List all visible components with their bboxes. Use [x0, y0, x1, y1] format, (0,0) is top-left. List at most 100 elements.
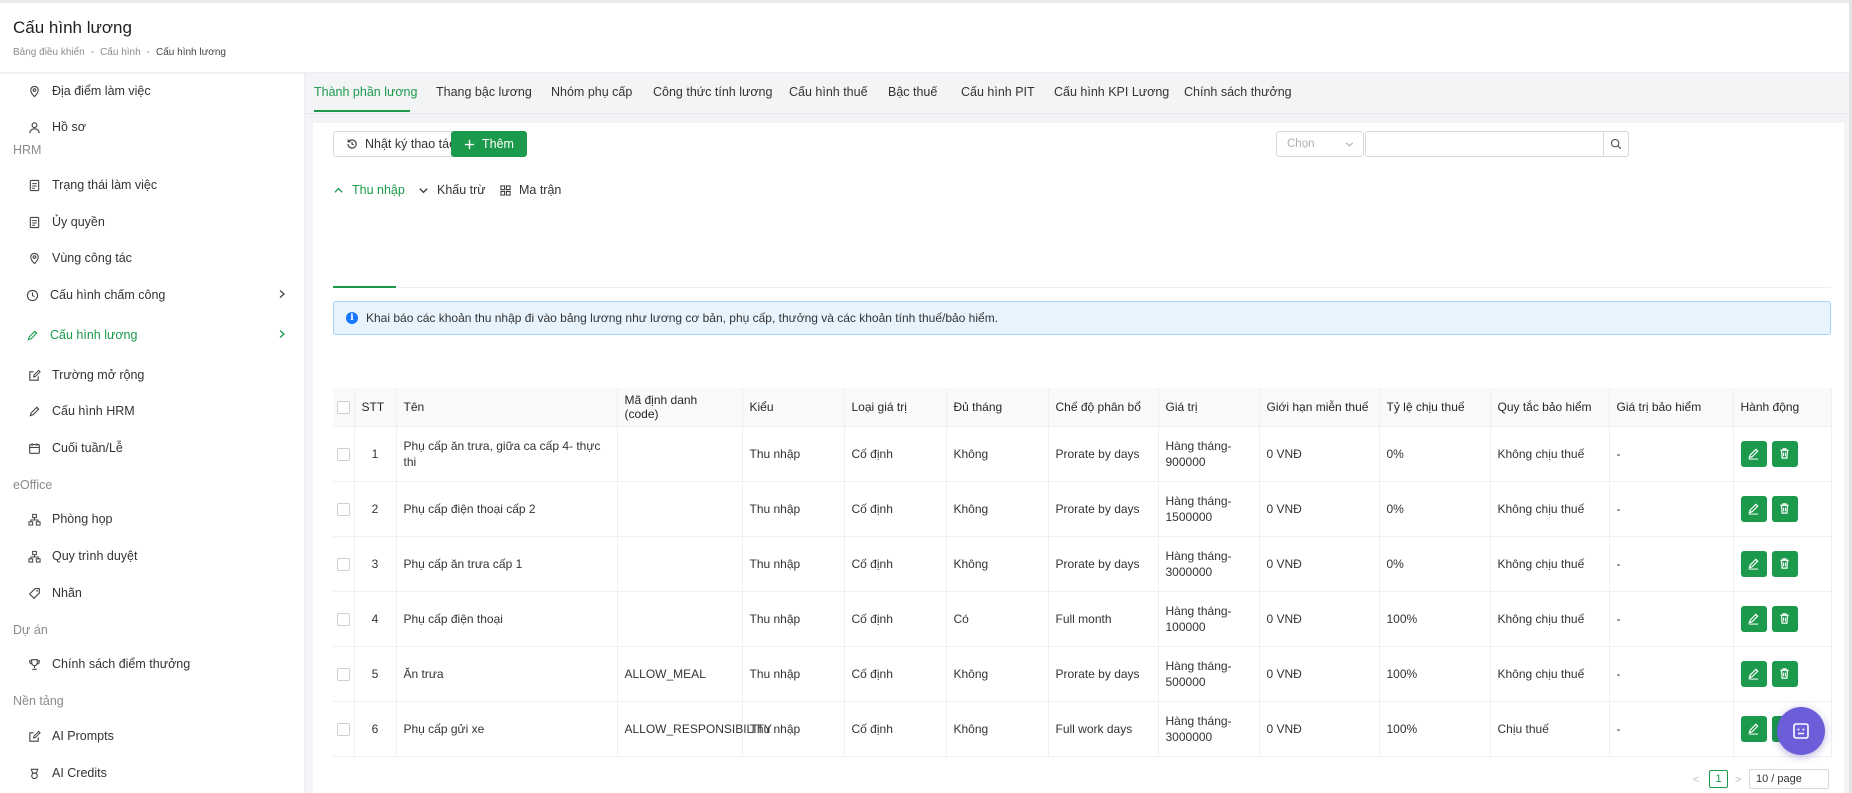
sidebar-item-label: Trạng thái làm việc [52, 178, 158, 192]
tab-bonus-policy[interactable]: Chính sách thưởng [1184, 85, 1292, 99]
search-input[interactable] [1365, 131, 1604, 157]
prev-page-button[interactable]: < [1693, 774, 1699, 786]
coin-icon [27, 766, 41, 780]
sidebar-item-profile[interactable]: Hồ sơ [0, 112, 304, 142]
table-cell: Không chịu thuế [1490, 591, 1610, 647]
delete-button[interactable] [1771, 440, 1798, 467]
page-size-select[interactable]: 10 / page [1749, 769, 1829, 789]
table-row[interactable]: 1 Phụ cấp ăn trưa, giữa ca cấp 4- thực th… [333, 426, 1832, 482]
table-cell: Thu nhập [742, 591, 845, 647]
edit-button[interactable] [1740, 550, 1767, 577]
toolbar: Nhật ký thao tác Thêm Chọn [313, 123, 1844, 167]
sidebar-item-ai-prompts[interactable]: AI Prompts [0, 721, 304, 751]
filter-select[interactable]: Chọn [1276, 131, 1364, 157]
chevron-up-icon [334, 187, 343, 193]
table-cell: 0 VNĐ [1259, 426, 1380, 482]
table-cell: 0 VNĐ [1259, 481, 1380, 537]
delete-button[interactable] [1771, 550, 1798, 577]
edit-button[interactable] [1740, 605, 1767, 632]
tab-salary-formula[interactable]: Công thức tính lương [653, 85, 772, 99]
sidebar-item-attendance-config[interactable]: Cấu hình chấm công [0, 280, 304, 310]
activity-log-button[interactable]: Nhật ký thao tác [333, 131, 469, 157]
edit-box-icon [27, 368, 41, 382]
edit-button[interactable] [1740, 660, 1767, 687]
tab-salary-components[interactable]: Thành phần lương [314, 85, 417, 99]
table-cell: 2 [354, 481, 397, 537]
sidebar-group-eoffice: eOffice [13, 478, 53, 492]
sidebar-item-approval-workflow[interactable]: Quy trình duyệt [0, 541, 304, 571]
table-cell: Phụ cấp điện thoại [396, 591, 618, 647]
table-cell: Không [946, 646, 1049, 702]
subtab-income[interactable]: Thu nhập [333, 183, 405, 197]
edit-icon [1748, 503, 1759, 515]
sidebar-item-work-region[interactable]: Vùng công tác [0, 243, 304, 273]
page-1-button[interactable]: 1 [1709, 770, 1728, 788]
edit-icon [1748, 558, 1759, 570]
subtab-deduction[interactable]: Khấu trừ [418, 183, 486, 197]
table-cell: - [1609, 646, 1734, 702]
table-cell: - [1609, 426, 1734, 482]
row-checkbox[interactable] [336, 447, 350, 461]
row-checkbox[interactable] [336, 667, 350, 681]
sidebar-item-label: Phòng họp [52, 512, 113, 526]
sidebar-item-extended-fields[interactable]: Trường mở rộng [0, 360, 304, 390]
edit-button[interactable] [1740, 495, 1767, 522]
row-select-cell [333, 701, 355, 757]
tab-salary-scale[interactable]: Thang bậc lương [436, 85, 532, 99]
info-alert-text: Khai báo các khoản thu nhập đi vào bảng … [366, 311, 999, 325]
table-row[interactable]: 2 Phụ cấp điện thoại cấp 2 Thu nhập Cố định… [333, 481, 1832, 537]
table-row[interactable]: 5 Ăn trưa ALLOW_MEAL Thu nhập Cố định Không Pr… [333, 646, 1832, 702]
delete-button[interactable] [1771, 495, 1798, 522]
sidebar-item-hrm-config[interactable]: Cấu hình HRM [0, 396, 304, 426]
breadcrumb-dashboard[interactable]: Bảng điều khiển [13, 47, 85, 58]
delete-button[interactable] [1771, 660, 1798, 687]
search-button[interactable] [1603, 131, 1629, 157]
subtab-matrix[interactable]: Ma trận [500, 183, 561, 197]
add-button[interactable]: Thêm [451, 131, 527, 157]
select-all-checkbox[interactable] [336, 400, 350, 414]
table-cell: Hàng tháng-1500000 [1158, 481, 1260, 537]
edit-button[interactable] [1740, 440, 1767, 467]
sidebar-item-labels[interactable]: Nhãn [0, 578, 304, 608]
sidebar-item-delegation[interactable]: Ủy quyền [0, 207, 304, 237]
edit-icon [1748, 613, 1759, 625]
row-checkbox[interactable] [336, 722, 350, 736]
column-header: Kiểu [742, 388, 845, 427]
table-row[interactable]: 3 Phụ cấp ăn trưa cấp 1 Thu nhập Cố định Khô… [333, 536, 1832, 592]
sidebar-item-work-status[interactable]: Trạng thái làm việc [0, 170, 304, 200]
sidebar-item-reward-policy[interactable]: Chính sách điểm thưởng [0, 649, 304, 679]
table-cell: Phụ cấp ăn trưa cấp 1 [396, 536, 618, 592]
tab-tax-brackets[interactable]: Bậc thuế [888, 85, 937, 99]
breadcrumb-config[interactable]: Cấu hình [100, 47, 141, 58]
table-cell: 100% [1379, 646, 1491, 702]
tab-kpi-salary-config[interactable]: Cấu hình KPI Lương [1054, 85, 1169, 99]
table-cell: Hàng tháng-3000000 [1158, 536, 1260, 592]
table-cell: 3 [354, 536, 397, 592]
sidebar-item-salary-config[interactable]: Cấu hình lương [0, 320, 304, 350]
table-row[interactable]: 4 Phụ cấp điện thoại Thu nhập Cố định Có Full… [333, 591, 1832, 647]
breadcrumb-current: Cấu hình lương [156, 47, 226, 58]
edit-button[interactable] [1740, 715, 1767, 742]
sidebar-item-ai-credits[interactable]: AI Credits [0, 758, 304, 788]
select-all-cell [333, 388, 355, 427]
sidebar-item-work-location[interactable]: Địa điểm làm việc [0, 76, 304, 106]
sidebar-item-meeting-room[interactable]: Phòng họp [0, 504, 304, 534]
delete-button[interactable] [1771, 605, 1798, 632]
next-page-button[interactable]: > [1735, 774, 1741, 786]
tab-tax-config[interactable]: Cấu hình thuế [789, 85, 868, 99]
tab-pit-config[interactable]: Cấu hình PIT [961, 85, 1035, 99]
actions-cell [1733, 536, 1832, 592]
sidebar-item-weekend-holiday[interactable]: Cuối tuần/Lễ [0, 433, 304, 463]
sidebar-item-label: Cấu hình chấm công [50, 288, 166, 302]
tab-allowance-group[interactable]: Nhóm phụ cấp [551, 85, 632, 99]
table-row[interactable]: 6 Phụ cấp gửi xe ALLOW_RESPONSIBILITY Thu n… [333, 701, 1832, 757]
actions-cell [1733, 481, 1832, 537]
table-cell: - [1609, 591, 1734, 647]
row-checkbox[interactable] [336, 557, 350, 571]
row-checkbox[interactable] [336, 612, 350, 626]
table-cell: Full work days [1048, 701, 1159, 757]
assistant-fab[interactable] [1777, 707, 1825, 755]
trash-icon [1780, 448, 1789, 459]
row-checkbox[interactable] [336, 502, 350, 516]
table-cell: Không chịu thuế [1490, 481, 1610, 537]
